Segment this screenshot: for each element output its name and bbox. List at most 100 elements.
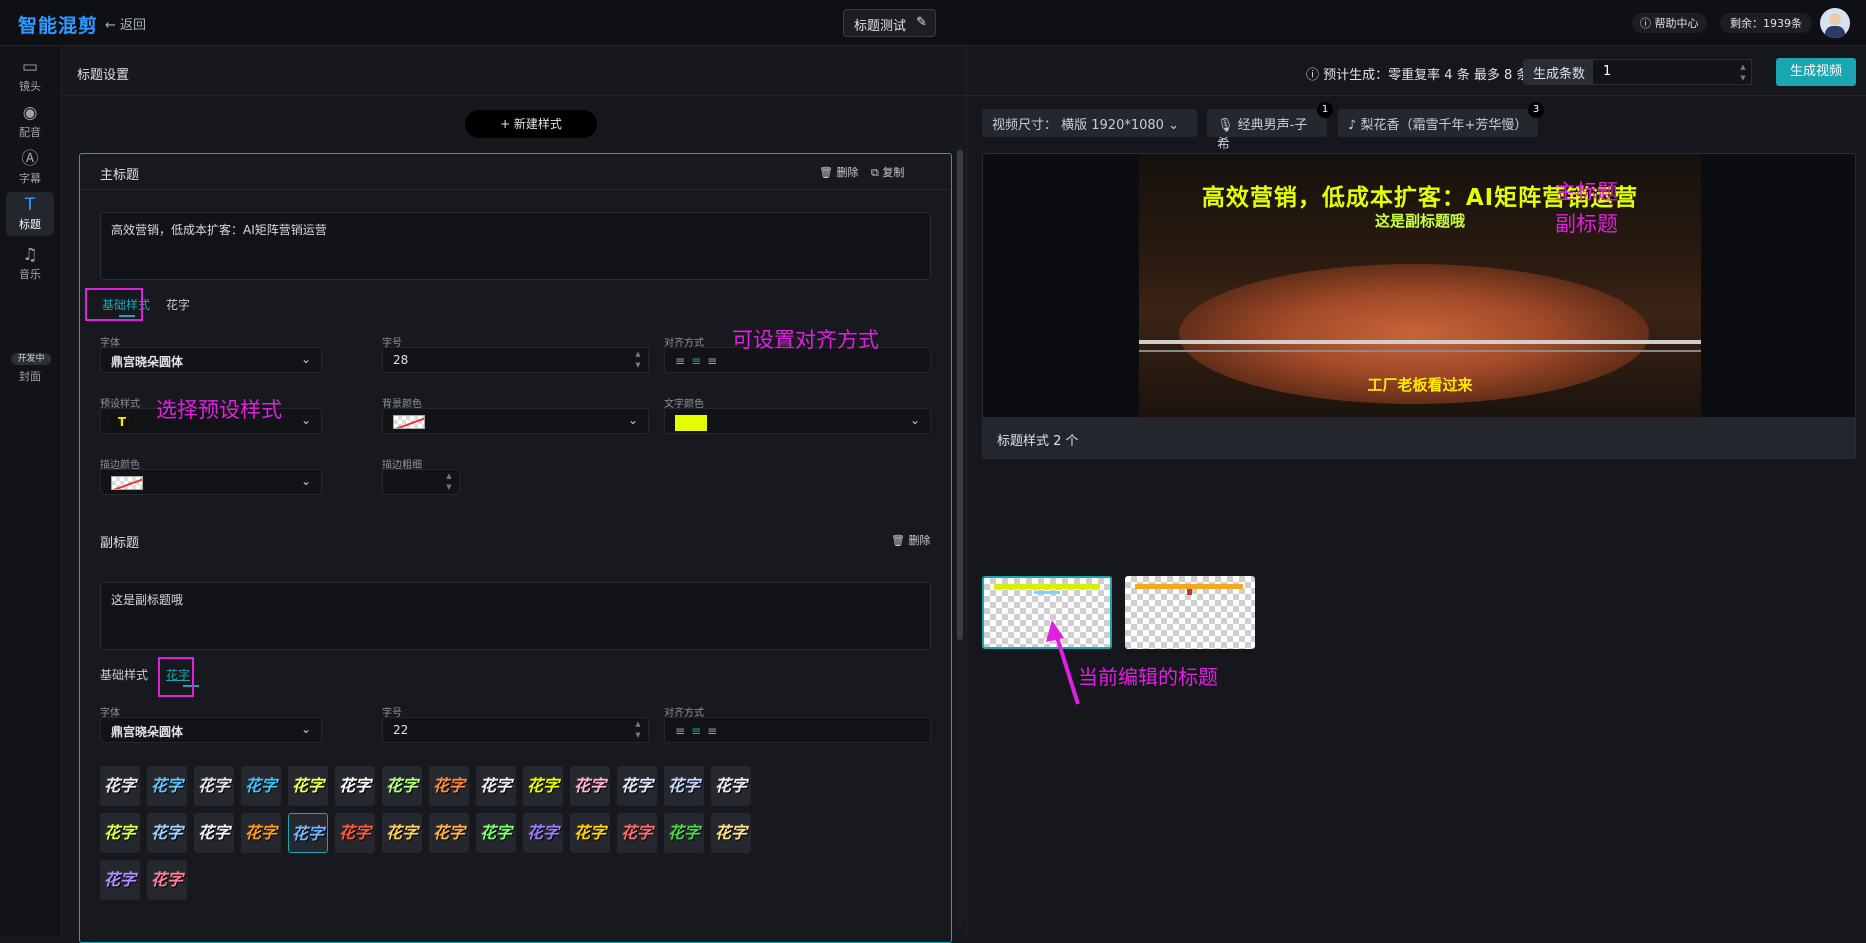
size-stepper[interactable]: 28 ▲ ▼ (382, 347, 649, 373)
tab-basic-style[interactable]: 基础样式 (100, 666, 148, 683)
fancy-text-style[interactable]: 花字 (147, 766, 187, 806)
fancy-text-style[interactable]: 花字 (570, 766, 610, 806)
stepper-arrows-icon[interactable]: ▲ ▼ (632, 349, 644, 371)
delete-button[interactable]: 🗑 删除 (819, 164, 858, 180)
font-value: 鼎宫晓朵圆体 (111, 725, 184, 739)
tab-fancy-text[interactable]: 花字 (166, 296, 190, 313)
help-label: 帮助中心 (1654, 17, 1699, 30)
chevron-down-icon: ⌄ (300, 722, 311, 736)
back-button[interactable]: ← 返回 (105, 14, 146, 33)
sidebar-item-camera[interactable]: ▭ 镜头 (6, 54, 54, 98)
size-stepper[interactable]: 22 ▲ ▼ (382, 717, 649, 743)
fancy-text-style[interactable]: 花字 (617, 813, 657, 853)
font-select[interactable]: 鼎宫晓朵圆体 ⌄ (100, 717, 322, 743)
text-color-select[interactable]: ⌄ (664, 408, 931, 434)
stepper-arrows-icon[interactable]: ▲ ▼ (1737, 62, 1749, 84)
title-style-thumb[interactable] (1125, 576, 1255, 649)
project-name[interactable]: 标题测试 ✎ (843, 9, 936, 37)
fancy-text-style[interactable]: 花字 (147, 860, 187, 900)
estimate-label: 预计生成：零重复率 4 条 最多 8 条 (1323, 68, 1530, 83)
fancy-text-style[interactable]: 花字 (241, 813, 281, 853)
video-rack (1139, 350, 1701, 352)
fancy-text-style[interactable]: 花字 (194, 813, 234, 853)
stroke-width-stepper[interactable]: ▲ ▼ (382, 469, 460, 495)
sidebar-item-subtitle[interactable]: Ⓐ 字幕 (6, 146, 54, 190)
generate-video-button[interactable]: 生成视频 (1776, 58, 1856, 86)
fancy-text-style[interactable]: 花字 (382, 813, 422, 853)
copy-button[interactable]: ⧉ 复制 (871, 164, 904, 180)
align-left-icon[interactable]: ≡ (675, 724, 691, 738)
help-center-button[interactable]: ⓘ 帮助中心 (1632, 13, 1707, 33)
fancy-text-style[interactable]: 花字 (711, 813, 751, 853)
align-right-icon[interactable]: ≡ (707, 724, 723, 738)
main-title-input[interactable]: 高效营销，低成本扩客：AI矩阵营销运营 (100, 212, 931, 280)
trash-icon: 🗑 (891, 534, 905, 547)
sidebar-item-title[interactable]: T 标题 (6, 192, 54, 236)
delete-label: 删除 (836, 166, 859, 179)
fancy-text-style[interactable]: 花字 (523, 813, 563, 853)
sidebar: ▭ 镜头 ◉ 配音 Ⓐ 字幕 T 标题 ♫ 音乐 开发中 封面 (0, 46, 62, 935)
fancy-text-style[interactable]: 花字 (476, 813, 516, 853)
sidebar-item-music[interactable]: ♫ 音乐 (6, 242, 54, 286)
camera-icon: ▭ (21, 57, 39, 77)
align-center-icon[interactable]: ≡ (691, 724, 707, 738)
highlight-box (85, 288, 143, 321)
fancy-text-style[interactable]: 花字 (100, 860, 140, 900)
transparent-swatch (393, 415, 425, 429)
annotation-align: 可设置对齐方式 (732, 328, 879, 352)
fancy-text-style[interactable]: 花字 (335, 813, 375, 853)
arrow-left-icon: ← (105, 18, 116, 33)
delete-button[interactable]: 🗑 删除 (891, 532, 930, 548)
fancy-text-style[interactable]: 花字 (429, 766, 469, 806)
edit-icon[interactable]: ✎ (916, 15, 927, 30)
fancy-text-style[interactable]: 花字 (288, 766, 328, 806)
stepper-arrows-icon[interactable]: ▲ ▼ (632, 719, 644, 741)
top-bar: 智能混剪 ← 返回 标题测试 ✎ ⓘ 帮助中心 剩余：1939条 (0, 0, 1866, 46)
scrollbar-thumb[interactable] (957, 150, 963, 640)
sidebar-item-cover[interactable]: 封面 (6, 368, 54, 388)
fancy-text-style[interactable]: 花字 (147, 813, 187, 853)
avatar[interactable] (1820, 8, 1850, 38)
fancy-text-style[interactable]: 花字 (382, 766, 422, 806)
align-left-icon[interactable]: ≡ (675, 354, 691, 368)
annotation-current: 当前编辑的标题 (1078, 665, 1218, 689)
fancy-text-style[interactable]: 花字 (664, 813, 704, 853)
fancy-text-style[interactable]: 花字 (100, 813, 140, 853)
stepper-arrows-icon[interactable]: ▲ ▼ (443, 471, 455, 493)
fancy-text-style[interactable]: 花字 (194, 766, 234, 806)
voice-select[interactable]: 🎙 经典男声-子希 1 (1207, 102, 1333, 152)
title-style-card: 主标题 🗑 删除 ⧉ 复制 高效营销，低成本扩客：AI矩阵营销运营 基础样式 花… (79, 153, 952, 943)
fancy-text-style[interactable]: 花字 (335, 766, 375, 806)
fancy-text-style[interactable]: 花字 (711, 766, 751, 806)
sidebar-item-voice[interactable]: ◉ 配音 (6, 100, 54, 144)
new-style-button[interactable]: + 新建样式 (465, 110, 597, 138)
font-select[interactable]: 鼎宫晓朵圆体 ⌄ (100, 347, 322, 373)
voice-icon: ◉ (22, 103, 38, 123)
video-size-select[interactable]: 视频尺寸： 横版 1920*1080 ⌄ (982, 109, 1197, 137)
fancy-text-style[interactable]: 花字 (570, 813, 610, 853)
music-select[interactable]: ♪ 梨花香（霜雪千年+芳华慢） 3 (1338, 102, 1544, 137)
title-settings-panel: 标题设置 + 新建样式 主标题 🗑 删除 ⧉ 复制 高效营销，低成本扩客：AI矩… (63, 46, 967, 943)
fancy-text-style[interactable]: 花字 (476, 766, 516, 806)
fancy-text-style[interactable]: 花字 (664, 766, 704, 806)
size-value: 28 (393, 353, 409, 367)
align-center-icon[interactable]: ≡ (691, 354, 707, 368)
video-preview: 高效营销，低成本扩客：AI矩阵营销运营 这是副标题哦 工厂老板看过来 主标题 副… (982, 153, 1856, 459)
voice-count-badge: 1 (1317, 102, 1333, 118)
fancy-text-style[interactable]: 花字 (617, 766, 657, 806)
stroke-color-select[interactable]: ⌄ (100, 469, 322, 495)
annotation-preset: 选择预设样式 (156, 398, 282, 422)
annotation-sub-title: 副标题 (1555, 212, 1618, 236)
fancy-text-style[interactable]: 花字 (100, 766, 140, 806)
chevron-down-icon: ⌄ (909, 413, 920, 427)
question-icon: ⓘ (1306, 68, 1320, 83)
sub-title-input[interactable]: 这是副标题哦 (100, 582, 931, 650)
bg-color-select[interactable]: ⌄ (382, 408, 649, 434)
align-right-icon[interactable]: ≡ (707, 354, 723, 368)
count-input[interactable]: 1 ▲ ▼ (1592, 59, 1752, 85)
fancy-text-style[interactable]: 花字 (429, 813, 469, 853)
fancy-text-style[interactable]: 花字 (288, 813, 328, 853)
fancy-text-style[interactable]: 花字 (523, 766, 563, 806)
fancy-text-style[interactable]: 花字 (241, 766, 281, 806)
sidebar-item-label: 字幕 (19, 172, 41, 185)
